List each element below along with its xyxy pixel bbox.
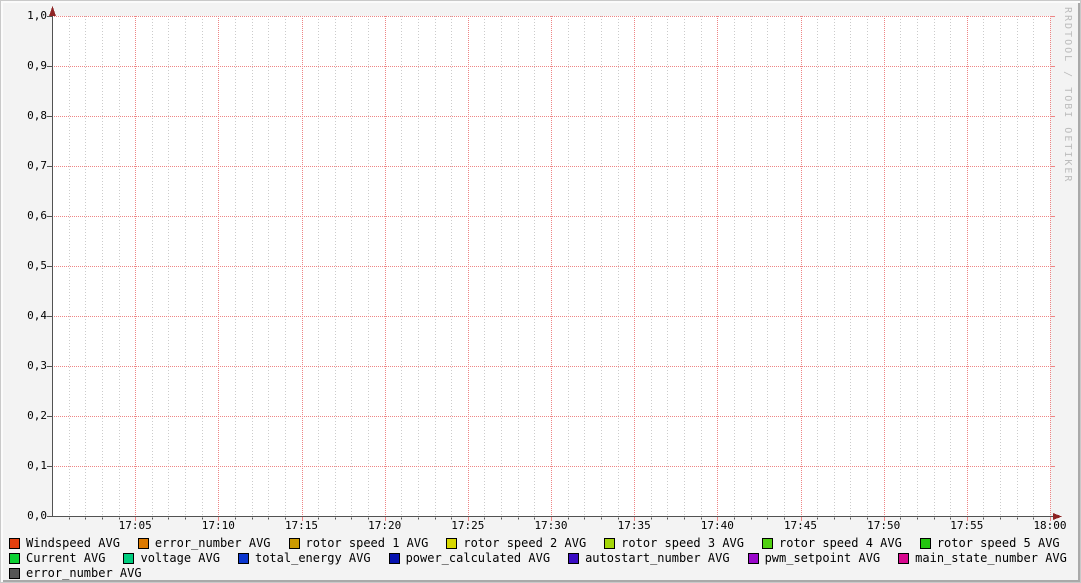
legend-color-swatch-icon — [123, 553, 134, 564]
y-axis-tick-label: 1,0 — [1, 9, 47, 22]
x-axis-tick-label: 17:50 — [854, 519, 914, 532]
legend-color-swatch-icon — [9, 553, 20, 564]
legend-color-swatch-icon — [898, 553, 909, 564]
y-axis-arrow-icon — [49, 6, 56, 16]
legend-color-swatch-icon — [238, 553, 249, 564]
legend-series-label: power_calculated AVG — [406, 551, 551, 566]
legend-item: error_number AVG — [138, 536, 271, 551]
x-axis-tick-label: 17:05 — [105, 519, 165, 532]
legend-series-label: error_number AVG — [26, 566, 142, 581]
legend-color-swatch-icon — [446, 538, 457, 549]
legend-item: power_calculated AVG — [389, 551, 551, 566]
legend-item: pwm_setpoint AVG — [748, 551, 881, 566]
legend-series-label: error_number AVG — [155, 536, 271, 551]
legend-color-swatch-icon — [9, 568, 20, 579]
legend-item: Current AVG — [9, 551, 105, 566]
watermark-text: RRDTOOL / TOBI OETIKER — [1062, 7, 1073, 183]
x-axis-tick-label: 17:30 — [521, 519, 581, 532]
rrdtool-graph: 1,0 0,9 0,8 0,7 0,6 0,5 0,4 0,3 0,2 0,1 0,0 17:05 1… — [0, 0, 1081, 583]
legend-series-label: rotor speed 3 AVG — [621, 536, 744, 551]
legend-series-label: main_state_number AVG — [915, 551, 1067, 566]
y-axis-tick-label: 0,4 — [1, 309, 47, 322]
legend-row: Current AVG voltage AVG total_energy AVG po… — [9, 551, 1067, 566]
legend-color-swatch-icon — [289, 538, 300, 549]
legend-item: Windspeed AVG — [9, 536, 120, 551]
legend-item: rotor speed 2 AVG — [446, 536, 586, 551]
legend-item: error_number AVG — [9, 566, 142, 581]
x-axis-tick-label: 17:15 — [272, 519, 332, 532]
legend-item: autostart_number AVG — [568, 551, 730, 566]
x-axis-tick-label: 17:35 — [604, 519, 664, 532]
legend-item: rotor speed 3 AVG — [604, 536, 744, 551]
legend-row: error_number AVG — [9, 566, 1067, 581]
legend-item: total_energy AVG — [238, 551, 371, 566]
y-axis-tick-label: 0,3 — [1, 359, 47, 372]
y-axis-tick-label: 0,9 — [1, 59, 47, 72]
legend-series-label: total_energy AVG — [255, 551, 371, 566]
legend-color-swatch-icon — [920, 538, 931, 549]
plot-area — [1, 1, 1081, 583]
x-axis-tick-label: 17:55 — [937, 519, 997, 532]
legend-color-swatch-icon — [568, 553, 579, 564]
legend-item: rotor speed 1 AVG — [289, 536, 429, 551]
legend-color-swatch-icon — [138, 538, 149, 549]
legend-color-swatch-icon — [762, 538, 773, 549]
legend-color-swatch-icon — [9, 538, 20, 549]
legend-series-label: autostart_number AVG — [585, 551, 730, 566]
legend-row: Windspeed AVG error_number AVG rotor speed… — [9, 536, 1067, 551]
legend-item: main_state_number AVG — [898, 551, 1067, 566]
x-axis-tick-label: 17:10 — [188, 519, 248, 532]
legend-series-label: Windspeed AVG — [26, 536, 120, 551]
y-axis-tick-label: 0,1 — [1, 459, 47, 472]
legend-color-swatch-icon — [748, 553, 759, 564]
y-axis-tick-label: 0,0 — [1, 509, 47, 522]
legend-series-label: Current AVG — [26, 551, 105, 566]
legend-series-label: rotor speed 1 AVG — [306, 536, 429, 551]
x-axis-tick-label: 17:20 — [355, 519, 415, 532]
y-axis-tick-label: 0,6 — [1, 209, 47, 222]
x-axis-tick-label: 17:45 — [771, 519, 831, 532]
legend-item: rotor speed 4 AVG — [762, 536, 902, 551]
legend-color-swatch-icon — [389, 553, 400, 564]
y-axis-tick-label: 0,7 — [1, 159, 47, 172]
legend-series-label: voltage AVG — [140, 551, 219, 566]
x-axis-tick-label: 17:25 — [438, 519, 498, 532]
legend-item: voltage AVG — [123, 551, 219, 566]
legend-series-label: rotor speed 4 AVG — [779, 536, 902, 551]
legend-series-label: rotor speed 2 AVG — [463, 536, 586, 551]
y-axis-tick-label: 0,8 — [1, 109, 47, 122]
legend-item: rotor speed 5 AVG — [920, 536, 1060, 551]
x-axis-tick-label: 17:40 — [687, 519, 747, 532]
legend-series-label: pwm_setpoint AVG — [765, 551, 881, 566]
y-axis-tick-label: 0,5 — [1, 259, 47, 272]
legend-color-swatch-icon — [604, 538, 615, 549]
chart-legend: Windspeed AVG error_number AVG rotor speed… — [9, 536, 1067, 581]
y-axis-tick-label: 0,2 — [1, 409, 47, 422]
legend-series-label: rotor speed 5 AVG — [937, 536, 1060, 551]
x-axis-tick-label: 18:00 — [1020, 519, 1080, 532]
